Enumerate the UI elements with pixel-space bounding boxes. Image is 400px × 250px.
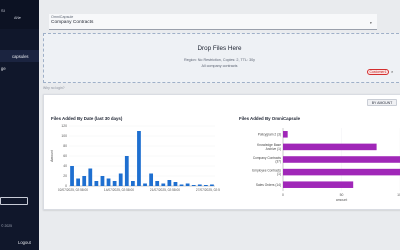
category-label: (37) [275, 160, 281, 164]
bar [118, 173, 123, 186]
chart-title-by-date: Files Added By Date (last 30 days) [51, 116, 123, 121]
bar [161, 183, 166, 186]
main-content: OmniCapsule Company Contracts ▾ Drop Fil… [39, 0, 400, 250]
bar [155, 181, 160, 186]
bar [173, 182, 178, 186]
x-tick-label: 50 [340, 193, 344, 197]
files-by-capsule-chart: 050100amountPolicygram 2 (3)Knowledge Ba… [252, 128, 400, 202]
select-label: OmniCapsule [51, 15, 74, 19]
bar [130, 181, 135, 186]
sidebar: SI AN ▾ capsules ge © 2025 Logout [0, 0, 39, 250]
customer-chip[interactable]: Customer1 [367, 69, 389, 75]
sidebar-item-label: capsules [12, 54, 29, 59]
sidebar-footer-text: © 2025 [1, 224, 12, 228]
category-label: Policygram 2 (3) [258, 133, 281, 137]
category-label: (1) [277, 172, 281, 176]
bar [82, 176, 87, 186]
sidebar-header: SI AN ▾ [0, 0, 39, 29]
bar [179, 184, 184, 186]
y-tick-label: 80 [63, 144, 67, 148]
dropzone-title: Drop Files Here [197, 45, 242, 52]
why-no-login-link[interactable]: Why no login? [43, 86, 65, 90]
logout-button[interactable]: Logout [18, 240, 31, 245]
bar [88, 168, 93, 186]
chart-title-by-capsule: Files Added By OmniCapsule [239, 116, 301, 121]
x-tick-label: 0 [282, 193, 284, 197]
bar [185, 183, 190, 186]
bar [283, 181, 354, 188]
sidebar-item-label: ge [1, 66, 6, 71]
y-tick-label: 40 [63, 164, 67, 168]
files-by-date-chart: 020406080100120Amount02/07/2025, 02:58:0… [50, 124, 220, 192]
bar [283, 156, 400, 163]
bar [94, 181, 99, 186]
bar [203, 185, 208, 186]
bar [197, 184, 202, 186]
bar [76, 178, 81, 186]
bar [70, 166, 74, 186]
sidebar-item-capsules[interactable]: capsules [0, 50, 39, 62]
bar [167, 180, 172, 186]
bar [149, 173, 154, 186]
x-axis-label: amount [336, 198, 347, 202]
bar [124, 156, 129, 186]
sidebar-search-input[interactable] [0, 197, 28, 205]
select-value: Company Contracts [51, 20, 94, 25]
bar [137, 131, 141, 186]
y-tick-label: 100 [61, 134, 67, 138]
close-icon[interactable]: × [391, 69, 393, 74]
category-label: Sales Orders (14) [256, 183, 281, 187]
bar [191, 185, 196, 186]
chevron-down-icon[interactable]: ▾ [19, 16, 21, 20]
bar [283, 168, 400, 176]
sort-by-amount-button[interactable]: BY AMOUNT [367, 99, 397, 106]
bar [112, 181, 117, 186]
x-tick-label: 21/07/2025, 02:58:00 [150, 188, 180, 192]
bar [210, 184, 214, 186]
app-logo: SI [1, 8, 5, 13]
bar [283, 131, 288, 138]
x-tick-label: 02/07/2025, 02:58:00 [58, 188, 88, 192]
x-tick-label: 14/07/2025, 02:58:00 [104, 188, 134, 192]
bar [106, 178, 111, 186]
y-axis-label: Amount [50, 150, 54, 162]
bar [143, 183, 147, 186]
category-label: Archive (1) [266, 147, 281, 151]
chevron-down-icon[interactable]: ▾ [370, 21, 372, 25]
y-tick-label: 120 [61, 124, 67, 128]
x-tick-label: 27/07/2025, 02:58:00 [196, 188, 220, 192]
y-tick-label: 20 [63, 174, 67, 178]
bar [100, 176, 105, 186]
bar [283, 143, 377, 151]
omnicapsule-select[interactable] [49, 14, 377, 30]
y-tick-label: 60 [63, 154, 67, 158]
dropzone-description: All company contracts [201, 64, 238, 68]
sidebar-item-storage[interactable]: ge [0, 64, 39, 74]
dropzone-policy: Region: No Restriction, Copies: 2, TTL: … [183, 58, 256, 62]
